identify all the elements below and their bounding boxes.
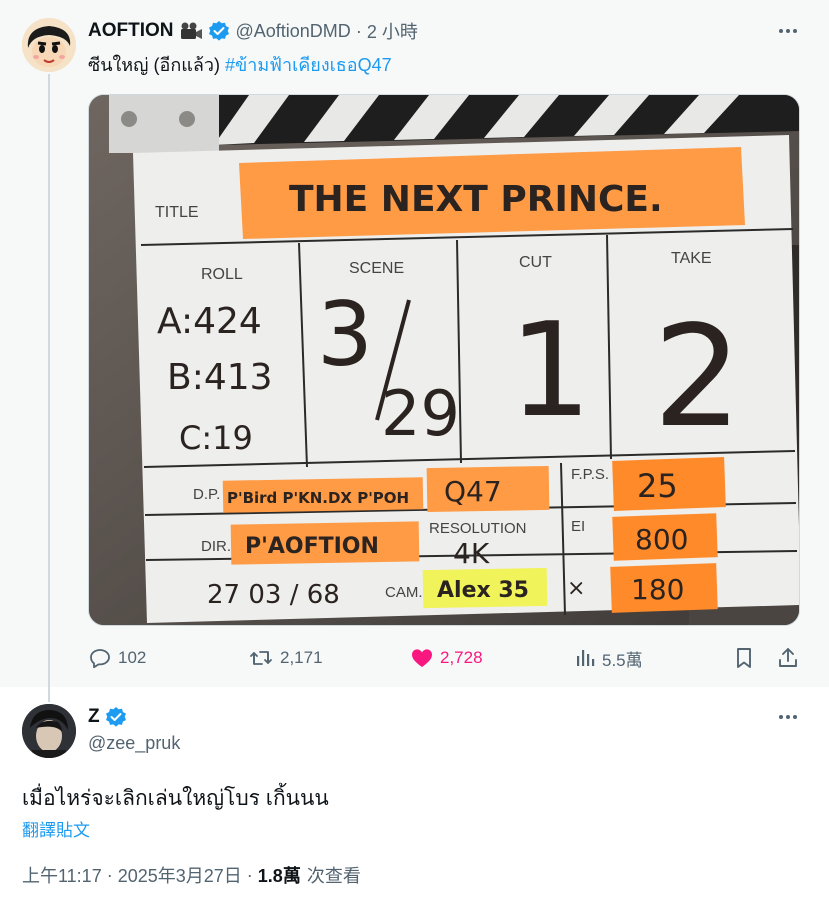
- roll-b-value: B:413: [167, 357, 273, 398]
- fps-value: 25: [637, 467, 678, 505]
- retweet-button[interactable]: 2,171: [248, 640, 323, 676]
- tweet-date[interactable]: 2025年3月27日: [118, 862, 242, 888]
- verified-badge-icon: [208, 20, 230, 42]
- reply-count: 102: [118, 648, 147, 667]
- bookmark-icon: [737, 648, 751, 668]
- cam-value: Alex 35: [437, 578, 529, 603]
- tweet-image[interactable]: TITLE THE NEXT PRINCE. ROLL SCENE CUT TA…: [88, 94, 800, 626]
- like-button[interactable]: 2,728: [410, 640, 483, 676]
- dir-value: P'AOFTION: [245, 534, 379, 559]
- parent-tweet[interactable]: AOFTION @AoftionDMD · 2 小時 ซีนใหญ่ (อีกแ…: [0, 0, 829, 702]
- ei-label: EI: [571, 518, 585, 535]
- action-bar: 102 2,171 2,728 5.5萬: [88, 640, 800, 676]
- avatar[interactable]: [22, 18, 76, 72]
- dir-label: DIR.: [201, 538, 231, 555]
- fps-label: F.P.S.: [571, 466, 609, 483]
- resolution-label: RESOLUTION: [429, 520, 527, 537]
- resolution-value: 4K: [453, 537, 490, 570]
- reply-icon: [90, 649, 110, 669]
- views-label: 次查看: [306, 866, 361, 886]
- tweet-meta: 上午11:17 · 2025年3月27日 · 1.8萬 次查看: [22, 862, 361, 888]
- thread-line: [48, 74, 50, 702]
- tweet-text-plain: ซีนใหญ่ (อีกแล้ว): [88, 55, 225, 75]
- retweet-count: 2,171: [280, 648, 323, 667]
- author-name[interactable]: AOFTION: [88, 20, 174, 42]
- timestamp[interactable]: 2 小時: [367, 18, 418, 44]
- date-value: 27 03 / 68: [207, 580, 340, 610]
- unit-value: Q47: [444, 475, 502, 508]
- ei-value: 800: [635, 523, 688, 556]
- more-options-icon[interactable]: [775, 18, 801, 44]
- scene-number: 3: [317, 283, 373, 386]
- separator-dot: ·: [355, 20, 362, 41]
- scene-denominator: 29: [381, 377, 460, 450]
- tweet-text: เมื่อไหร่จะเลิกเล่นใหญ่โบร เกิ้นนน: [22, 787, 329, 810]
- more-options-icon[interactable]: [775, 704, 801, 730]
- title-label: TITLE: [155, 204, 199, 221]
- take-value: 2: [653, 296, 742, 459]
- views-count: 1.8萬: [257, 866, 301, 886]
- roll-c-value: C:19: [179, 419, 253, 457]
- shutter-value: 180: [631, 573, 684, 606]
- verified-badge-icon: [105, 706, 127, 728]
- cut-label: CUT: [519, 254, 552, 271]
- heart-icon: [412, 649, 432, 667]
- retweet-icon: [250, 651, 272, 665]
- author-handle[interactable]: @AoftionDMD: [236, 21, 351, 42]
- reply-button[interactable]: 102: [88, 640, 146, 676]
- bookmark-button[interactable]: [732, 640, 762, 676]
- views-count: 5.5萬: [602, 650, 643, 670]
- scene-label: SCENE: [349, 260, 404, 277]
- cam-label: CAM.: [385, 584, 423, 601]
- take-label: TAKE: [671, 250, 712, 267]
- dp-value: P'Bird P'KN.DX P'POH: [227, 489, 409, 507]
- hashtag-link[interactable]: #ข้ามฟ้าเคียงเธอQ47: [225, 55, 392, 75]
- separator-dot: ·: [246, 864, 253, 885]
- tweet-text: ซีนใหญ่ (อีกแล้ว) #ข้ามฟ้าเคียงเธอQ47: [88, 50, 392, 79]
- shutter-symbol: ⨯: [567, 576, 585, 601]
- views-button[interactable]: 5.5萬: [574, 640, 643, 676]
- separator-dot: ·: [106, 864, 113, 885]
- author-row: Z: [88, 704, 127, 730]
- share-button[interactable]: [776, 640, 806, 676]
- share-icon: [779, 648, 797, 667]
- author-name[interactable]: Z: [88, 706, 100, 728]
- roll-a-value: A:424: [157, 301, 262, 342]
- translate-post-link[interactable]: 翻譯貼文: [22, 816, 90, 841]
- title-value: THE NEXT PRINCE.: [289, 179, 663, 220]
- avatar[interactable]: [22, 704, 76, 758]
- movie-camera-icon: [179, 21, 203, 41]
- roll-label: ROLL: [201, 266, 243, 283]
- dp-label: D.P.: [193, 486, 220, 503]
- author-row: AOFTION @AoftionDMD · 2 小時: [88, 18, 418, 44]
- tweet-time[interactable]: 上午11:17: [22, 862, 102, 888]
- views-chart-icon: [577, 650, 595, 666]
- like-count: 2,728: [440, 648, 483, 667]
- author-handle[interactable]: @zee_pruk: [88, 733, 180, 754]
- cut-value: 1: [509, 294, 592, 446]
